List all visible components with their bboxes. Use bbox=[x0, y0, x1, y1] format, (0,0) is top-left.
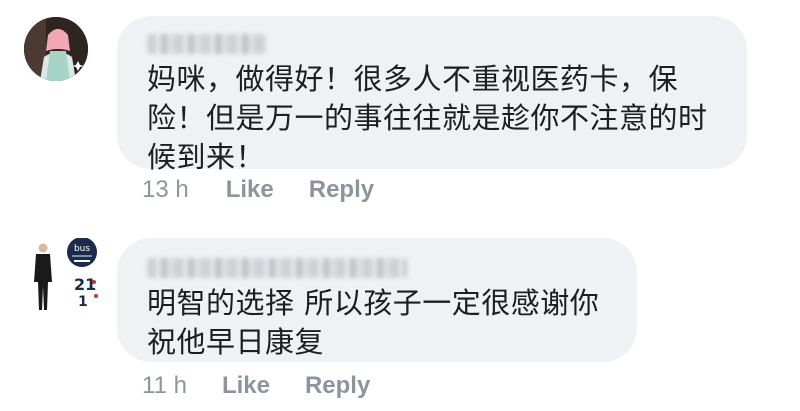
comment-actions: 13 h Like Reply bbox=[142, 176, 374, 204]
reply-button[interactable]: Reply bbox=[309, 176, 374, 204]
comment-actions: 11 h Like Reply bbox=[142, 372, 370, 400]
like-button[interactable]: Like bbox=[222, 372, 270, 400]
comment-bubble: 妈咪，做得好！很多人不重视医药卡，保 险！但是万一的事往往就是趁你不注意的时 候… bbox=[117, 16, 747, 174]
comment-bubble: 明智的选择 所以孩子一定很感谢你 祝他早日康复 bbox=[117, 238, 637, 362]
comment-2: bus 21 1 明智的选择 所以孩子一定很感谢你 祝他早日康复 11 h Li… bbox=[0, 210, 800, 411]
avatar[interactable]: bus 21 1 bbox=[24, 238, 104, 318]
reply-button[interactable]: Reply bbox=[305, 372, 370, 400]
commenter-name-blurred[interactable] bbox=[147, 258, 407, 278]
comment-text: 妈咪，做得好！很多人不重视医药卡，保 险！但是万一的事往往就是趁你不注意的时 候… bbox=[147, 62, 708, 174]
user-photo-icon bbox=[24, 17, 88, 81]
svg-text:bus: bus bbox=[74, 244, 90, 254]
svg-text:1: 1 bbox=[78, 294, 88, 310]
avatar[interactable] bbox=[24, 17, 88, 81]
comment-text: 明智的选择 所以孩子一定很感谢你 祝他早日康复 bbox=[147, 286, 600, 359]
user-photo-icon: bus 21 1 bbox=[24, 238, 104, 318]
svg-text:21: 21 bbox=[74, 275, 96, 294]
like-button[interactable]: Like bbox=[226, 176, 274, 204]
timestamp[interactable]: 11 h bbox=[142, 372, 187, 400]
commenter-name-blurred[interactable] bbox=[147, 34, 267, 54]
timestamp[interactable]: 13 h bbox=[142, 176, 189, 204]
comment-1: 妈咪，做得好！很多人不重视医药卡，保 险！但是万一的事往往就是趁你不注意的时 候… bbox=[0, 0, 800, 210]
